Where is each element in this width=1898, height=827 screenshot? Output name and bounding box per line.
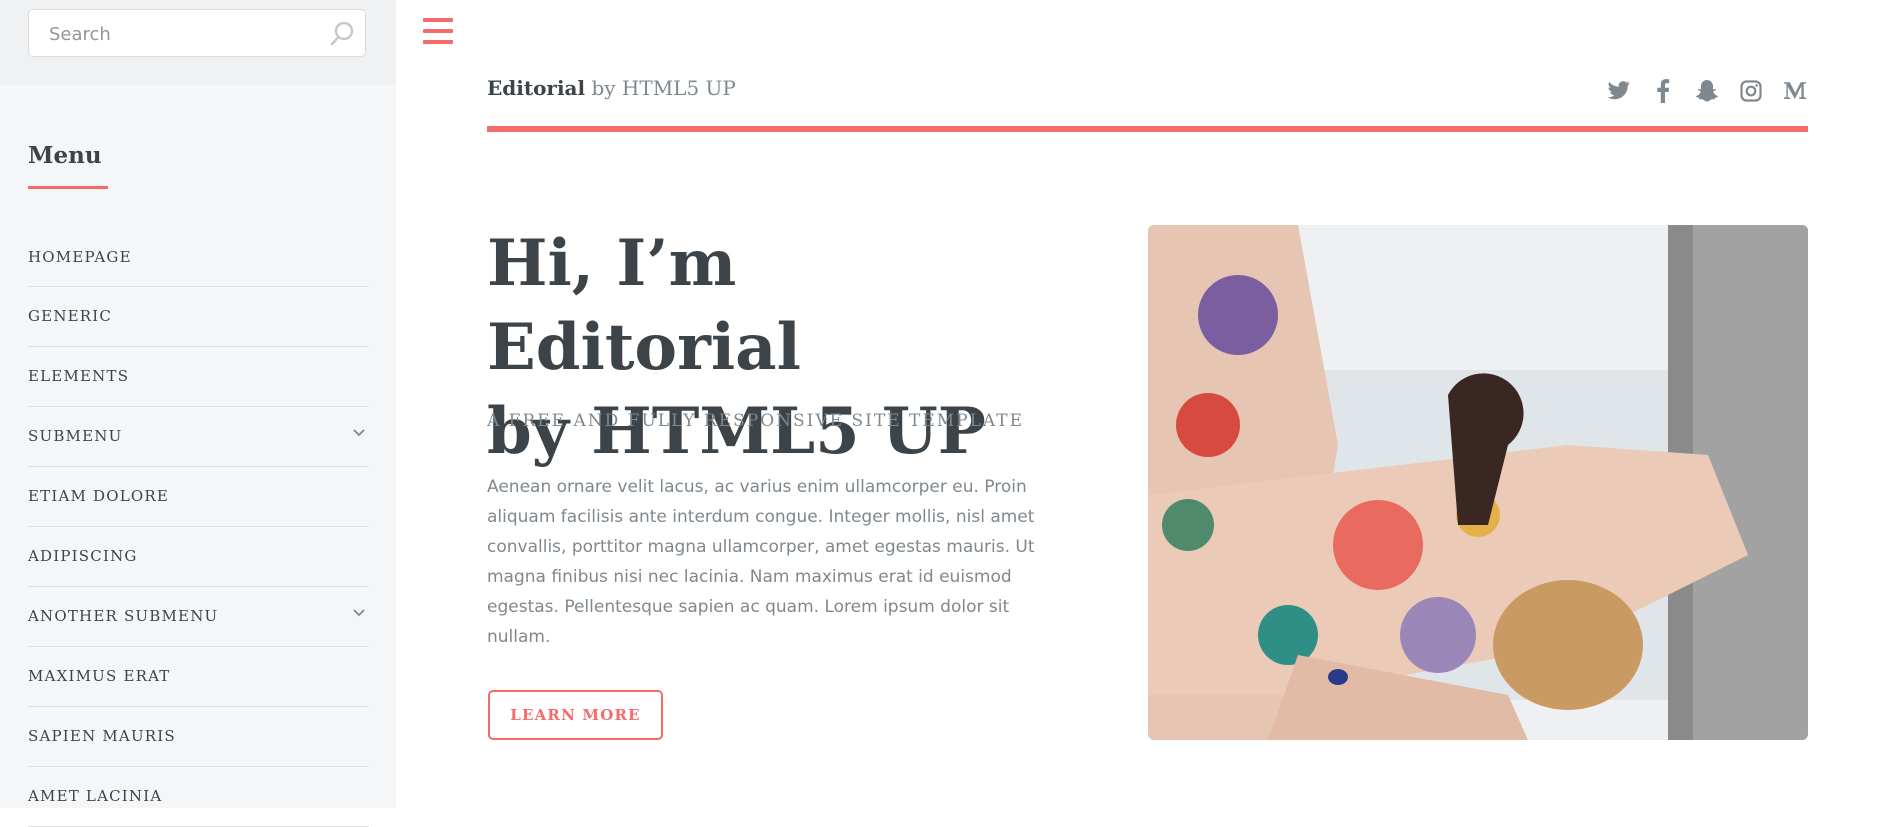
sidebar-item-homepage[interactable]: HOMEPAGE — [28, 228, 369, 287]
twitter-icon[interactable] — [1606, 78, 1632, 104]
instagram-icon[interactable] — [1738, 78, 1764, 104]
tattooed-arms-photo — [1148, 225, 1808, 740]
sidebar-item-generic[interactable]: GENERIC — [28, 287, 369, 347]
sidebar-menu: HOMEPAGE GENERIC ELEMENTS SUBMENU ETIAM … — [28, 228, 369, 827]
social-icons — [1606, 78, 1808, 104]
medium-icon[interactable] — [1782, 78, 1808, 104]
sidebar-toggle-menu-icon[interactable] — [423, 18, 453, 44]
search-input[interactable] — [47, 10, 331, 58]
sidebar-item-submenu[interactable]: SUBMENU — [28, 407, 369, 467]
sidebar-item-sapien-mauris[interactable]: SAPIEN MAURIS — [28, 707, 369, 767]
sidebar-item-label: SAPIEN MAURIS — [28, 727, 176, 745]
search-icon[interactable] — [329, 21, 355, 47]
hero-image — [1148, 225, 1808, 740]
sidebar-item-amet-lacinia[interactable]: AMET LACINIA — [28, 767, 369, 827]
sidebar-item-etiam-dolore[interactable]: ETIAM DOLORE — [28, 467, 369, 527]
sidebar-item-label: AMET LACINIA — [28, 787, 163, 805]
sidebar: Menu HOMEPAGE GENERIC ELEMENTS SUBMENU E… — [0, 0, 396, 827]
hero-title-line1: Hi, I’m Editorial — [487, 226, 801, 385]
brand-name: Editorial — [487, 76, 586, 100]
sidebar-item-label: HOMEPAGE — [28, 248, 132, 266]
facebook-icon[interactable] — [1650, 78, 1676, 104]
brand-byline: by HTML5 UP — [585, 76, 736, 100]
sidebar-item-label: GENERIC — [28, 307, 113, 325]
sidebar-item-label: SUBMENU — [28, 427, 123, 445]
menu-heading: Menu — [28, 142, 102, 169]
sidebar-item-label: MAXIMUS ERAT — [28, 667, 171, 685]
sidebar-item-label: ETIAM DOLORE — [28, 487, 170, 505]
header-divider — [487, 126, 1808, 132]
snapchat-icon[interactable] — [1694, 78, 1720, 104]
sidebar-item-adipiscing[interactable]: ADIPISCING — [28, 527, 369, 587]
menu-heading-underline — [28, 186, 108, 189]
hero-title-line2: by HTML5 UP — [487, 394, 986, 469]
learn-more-button[interactable]: LEARN MORE — [488, 690, 663, 740]
chevron-down-icon[interactable] — [351, 425, 367, 441]
sidebar-item-label: ELEMENTS — [28, 367, 130, 385]
sidebar-item-label: ADIPISCING — [28, 547, 138, 565]
sidebar-item-elements[interactable]: ELEMENTS — [28, 347, 369, 407]
hero-subtitle: A FREE AND FULLY RESPONSIVE SITE TEMPLAT… — [487, 411, 1024, 431]
search-box[interactable] — [28, 9, 366, 58]
sidebar-item-label: ANOTHER SUBMENU — [28, 607, 219, 625]
hero-text: Aenean ornare velit lacus, ac varius eni… — [487, 477, 1035, 647]
sidebar-item-another-submenu[interactable]: ANOTHER SUBMENU — [28, 587, 369, 647]
site-brand[interactable]: Editorial by HTML5 UP — [487, 76, 736, 100]
chevron-down-icon[interactable] — [351, 605, 367, 621]
sidebar-item-maximus-erat[interactable]: MAXIMUS ERAT — [28, 647, 369, 707]
search-section — [0, 0, 396, 85]
hero-title: Hi, I’m Editorial by HTML5 UP — [487, 222, 1047, 474]
